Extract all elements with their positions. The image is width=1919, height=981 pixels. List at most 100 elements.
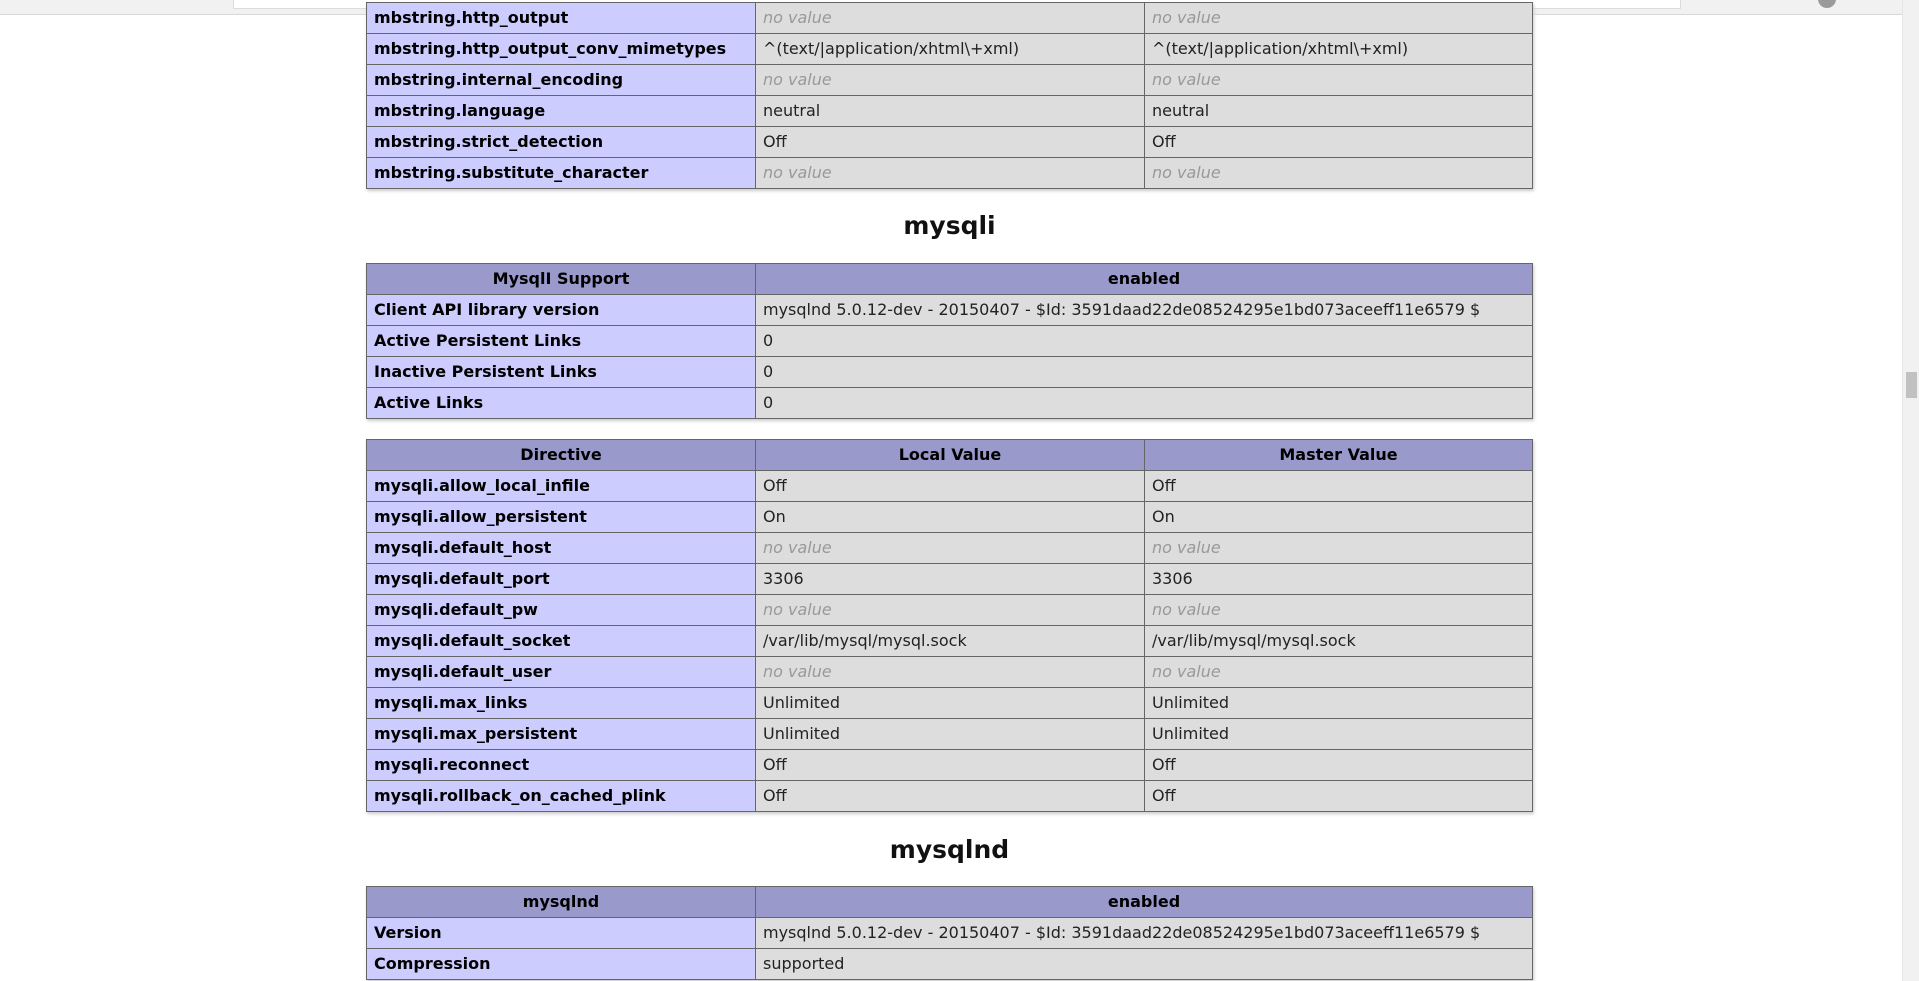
- profile-avatar-icon[interactable]: [1818, 0, 1836, 8]
- table-row: mbstring.substitute_character no value no …: [366, 157, 1533, 189]
- local-value: neutral: [755, 95, 1145, 127]
- mbstring-directives-table: mbstring.http_output no value no value mbst…: [366, 2, 1533, 189]
- column-header: enabled: [755, 886, 1533, 918]
- mysqlnd-table: mysqlnd enabled Version mysqlnd 5.0.12-de…: [366, 886, 1533, 980]
- directive-name: mysqli.default_port: [366, 563, 756, 595]
- scrollbar-thumb[interactable]: [1906, 372, 1917, 398]
- column-header: Master Value: [1144, 439, 1533, 471]
- local-value: On: [755, 501, 1145, 533]
- local-value: Off: [755, 126, 1145, 158]
- table-row: mysqli.default_socket/var/lib/mysql/mysq…: [366, 625, 1533, 657]
- column-header: Local Value: [755, 439, 1145, 471]
- local-value: no value: [755, 532, 1145, 564]
- master-value: On: [1144, 501, 1533, 533]
- directive-name: mbstring.internal_encoding: [366, 64, 756, 96]
- master-value: ^(text/|application/xhtml\+xml): [1144, 33, 1533, 65]
- master-value: 3306: [1144, 563, 1533, 595]
- directive-name: mysqli.default_host: [366, 532, 756, 564]
- directive-name: mysqli.rollback_on_cached_plink: [366, 780, 756, 812]
- row-value: supported: [755, 948, 1533, 980]
- row-label: Compression: [366, 948, 756, 980]
- master-value: no value: [1144, 157, 1533, 189]
- table-row: mbstring.language neutral neutral: [366, 95, 1533, 127]
- table-row: mysqli.rollback_on_cached_plink Off Off: [366, 780, 1533, 812]
- local-value: Off: [755, 780, 1145, 812]
- local-value: Unlimited: [755, 718, 1145, 750]
- table-row: Compression supported: [366, 948, 1533, 980]
- table-row: Version mysqlnd 5.0.12-dev - 20150407 - $…: [366, 917, 1533, 949]
- directive-name: mysqli.allow_persistent: [366, 501, 756, 533]
- master-value: Unlimited: [1144, 718, 1533, 750]
- master-value: no value: [1144, 64, 1533, 96]
- master-value: no value: [1144, 594, 1533, 626]
- row-value: 0: [755, 356, 1533, 388]
- column-header: mysqlnd: [366, 886, 756, 918]
- directive-name: mysqli.max_persistent: [366, 718, 756, 750]
- table-row: mbstring.http_output no value no value: [366, 2, 1533, 34]
- directive-name: mbstring.substitute_character: [366, 157, 756, 189]
- master-value: neutral: [1144, 95, 1533, 127]
- master-value: Unlimited: [1144, 687, 1533, 719]
- table-row: mbstring.internal_encoding no value no val…: [366, 64, 1533, 96]
- local-value: 3306: [755, 563, 1145, 595]
- table-row: Client API library version mysqlnd 5.0.12…: [366, 294, 1533, 326]
- column-header: MysqlI Support: [366, 263, 756, 295]
- row-value: mysqlnd 5.0.12-dev - 20150407 - $Id: 359…: [755, 917, 1533, 949]
- table-row: mysqli.default_host no value no value: [366, 532, 1533, 564]
- table-row: Inactive Persistent Links 0: [366, 356, 1533, 388]
- local-value: no value: [755, 64, 1145, 96]
- master-value: Off: [1144, 749, 1533, 781]
- mysqli-support-table: MysqlI Support enabled Client API librar…: [366, 263, 1533, 419]
- local-value: no value: [755, 157, 1145, 189]
- table-row: mysqli.max_persistent Unlimited Unlimited: [366, 718, 1533, 750]
- local-value: no value: [755, 656, 1145, 688]
- table-row: mysqli.reconnect Off Off: [366, 749, 1533, 781]
- table-row: mysqli.default_port 3306 3306: [366, 563, 1533, 595]
- mysqli-directives-table: Directive Local Value Master Value mysql…: [366, 439, 1533, 812]
- directive-name: mysqli.default_user: [366, 656, 756, 688]
- table-row: Active Persistent Links 0: [366, 325, 1533, 357]
- directive-name: mbstring.language: [366, 95, 756, 127]
- master-value: Off: [1144, 470, 1533, 502]
- column-header: enabled: [755, 263, 1533, 295]
- table-row: mysqli.max_links Unlimited Unlimited: [366, 687, 1533, 719]
- directive-name: mbstring.http_output: [366, 2, 756, 34]
- master-value: no value: [1144, 532, 1533, 564]
- local-value: /var/lib/mysql/mysql.sock: [755, 625, 1145, 657]
- master-value: Off: [1144, 126, 1533, 158]
- row-label: Inactive Persistent Links: [366, 356, 756, 388]
- table-row: mysqli.default_user no value no value: [366, 656, 1533, 688]
- master-value: Off: [1144, 780, 1533, 812]
- directive-name: mbstring.strict_detection: [366, 126, 756, 158]
- page-scrollbar[interactable]: [1902, 0, 1919, 981]
- table-row: Active Links 0: [366, 387, 1533, 419]
- local-value: Off: [755, 470, 1145, 502]
- directive-name: mysqli.max_links: [366, 687, 756, 719]
- local-value: ^(text/|application/xhtml\+xml): [755, 33, 1145, 65]
- local-value: Unlimited: [755, 687, 1145, 719]
- column-header: Directive: [366, 439, 756, 471]
- row-label: Version: [366, 917, 756, 949]
- table-row: mbstring.strict_detection Off Off: [366, 126, 1533, 158]
- local-value: Off: [755, 749, 1145, 781]
- local-value: no value: [755, 594, 1145, 626]
- directive-name: mysqli.reconnect: [366, 749, 756, 781]
- master-value: /var/lib/mysql/mysql.sock: [1144, 625, 1533, 657]
- master-value: no value: [1144, 2, 1533, 34]
- row-value: 0: [755, 387, 1533, 419]
- master-value: no value: [1144, 656, 1533, 688]
- directive-name: mysqli.allow_local_infile: [366, 470, 756, 502]
- table-row: mysqli.allow_persistent On On: [366, 501, 1533, 533]
- table-row: mbstring.http_output_conv_mimetypes ^(tex…: [366, 33, 1533, 65]
- local-value: no value: [755, 2, 1145, 34]
- directive-name: mysqli.default_socket: [366, 625, 756, 657]
- table-row: mysqli.allow_local_infile Off Off: [366, 470, 1533, 502]
- directive-name: mysqli.default_pw: [366, 594, 756, 626]
- section-title-mysqlnd: mysqlnd: [889, 835, 1010, 864]
- row-value: 0: [755, 325, 1533, 357]
- row-label: Client API library version: [366, 294, 756, 326]
- row-label: Active Persistent Links: [366, 325, 756, 357]
- section-title-mysqli: mysqli: [903, 211, 996, 240]
- row-label: Active Links: [366, 387, 756, 419]
- row-value: mysqlnd 5.0.12-dev - 20150407 - $Id: 359…: [755, 294, 1533, 326]
